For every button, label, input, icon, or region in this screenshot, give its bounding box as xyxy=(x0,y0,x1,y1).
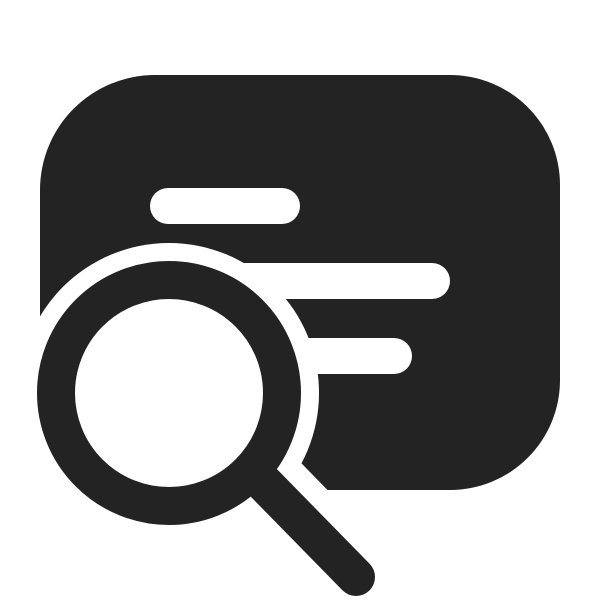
text-search-icon xyxy=(37,75,560,596)
icon-canvas xyxy=(0,0,600,600)
